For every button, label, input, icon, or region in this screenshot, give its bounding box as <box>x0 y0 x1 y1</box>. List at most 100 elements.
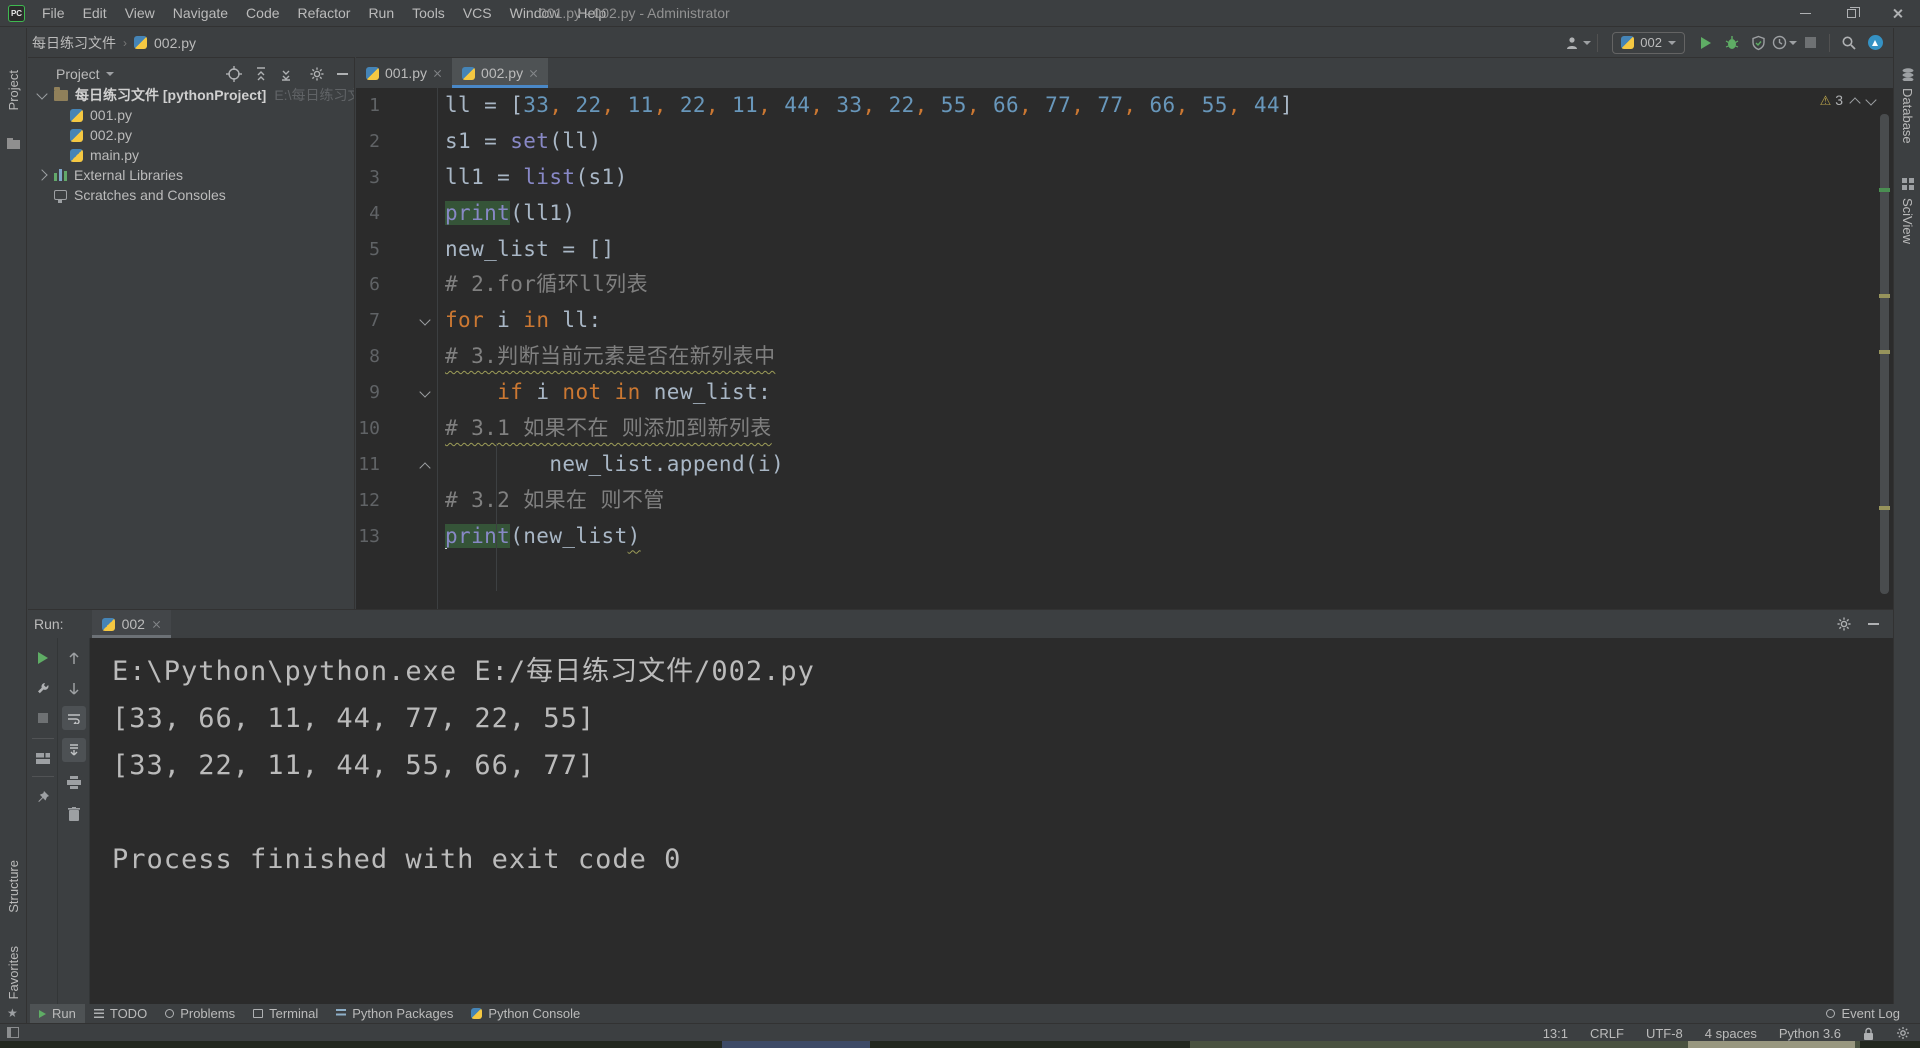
code-line-6[interactable]: # 2.for循环ll列表 <box>445 267 1873 303</box>
restore-layout-button[interactable] <box>31 746 55 770</box>
chevron-right-icon[interactable] <box>36 169 48 181</box>
tool-window-button-python-console[interactable]: Python Console <box>462 1004 589 1023</box>
menu-code[interactable]: Code <box>237 0 288 27</box>
status-4-spaces[interactable]: 4 spaces <box>1705 1026 1757 1041</box>
hide-panel-icon[interactable] <box>337 73 348 75</box>
gutter-line-3[interactable]: 3 <box>356 160 437 196</box>
interpreter-gear-icon[interactable] <box>1896 1026 1910 1040</box>
code-line-13[interactable]: print(new_list) <box>445 519 1873 555</box>
tool-window-favorites-button[interactable]: Favorites <box>6 946 21 999</box>
editor-tab-001.py[interactable]: 001.py <box>356 58 452 88</box>
update-project-button[interactable] <box>1862 32 1888 54</box>
close-button[interactable] <box>1874 0 1920 27</box>
gutter-line-8[interactable]: 8 <box>356 339 437 375</box>
menu-navigate[interactable]: Navigate <box>164 0 237 27</box>
event-log-button[interactable]: Event Log <box>1826 1006 1900 1021</box>
down-stack-trace-button[interactable] <box>62 676 86 700</box>
minimize-button[interactable] <box>1782 0 1828 27</box>
code-line-11[interactable]: new_list.append(i) <box>445 447 1873 483</box>
stop-button[interactable] <box>1797 32 1823 54</box>
status-python-3-6[interactable]: Python 3.6 <box>1779 1026 1841 1041</box>
menu-file[interactable]: File <box>33 0 74 27</box>
status-crlf[interactable]: CRLF <box>1590 1026 1624 1041</box>
menu-tools[interactable]: Tools <box>403 0 454 27</box>
profiler-button[interactable] <box>1771 32 1797 54</box>
tool-window-sciview-button[interactable]: SciView <box>1900 198 1915 244</box>
editor[interactable]: 1 2 3 4 5 6 7 8 9 10 11 12 13 ll = [33, 22, 11, 22, … <box>356 88 1893 609</box>
gutter-line-12[interactable]: 12 <box>356 483 437 519</box>
next-warning-icon[interactable] <box>1865 93 1877 106</box>
stop-process-button[interactable] <box>31 706 55 730</box>
lock-icon[interactable] <box>1863 1027 1874 1040</box>
tree-item-scratches-and-consoles[interactable]: Scratches and Consoles <box>28 185 354 205</box>
tree-item-main.py[interactable]: main.py <box>28 145 354 165</box>
fold-down-icon[interactable] <box>419 386 431 398</box>
run-tab-002[interactable]: 002 <box>91 610 172 638</box>
close-icon[interactable] <box>152 620 161 629</box>
rerun-button[interactable] <box>31 646 55 670</box>
code-line-3[interactable]: ll1 = list(s1) <box>445 160 1873 196</box>
status-13-1[interactable]: 13:1 <box>1543 1026 1568 1041</box>
status-utf-8[interactable]: UTF-8 <box>1646 1026 1683 1041</box>
tree-item-001.py[interactable]: 001.py <box>28 105 354 125</box>
gutter-line-1[interactable]: 1 <box>356 88 437 124</box>
tree-item--pythonproject-[interactable]: 每日练习文件 [pythonProject] E:\每日练习文件 <box>28 85 354 105</box>
scroll-to-end-toggle[interactable] <box>62 738 86 762</box>
close-icon[interactable] <box>529 69 538 78</box>
stripe-mark-warning[interactable] <box>1879 506 1890 510</box>
gear-icon[interactable] <box>309 66 325 82</box>
fold-down-icon[interactable] <box>419 314 431 327</box>
close-icon[interactable] <box>433 69 442 78</box>
maximize-button[interactable] <box>1828 0 1874 27</box>
hide-panel-icon[interactable] <box>1868 623 1879 625</box>
up-stack-trace-button[interactable] <box>62 646 86 670</box>
run-button[interactable] <box>1693 32 1719 54</box>
clear-console-button[interactable] <box>62 802 86 826</box>
inspections-widget[interactable]: ⚠ 3 <box>1820 92 1877 109</box>
gutter-line-11[interactable]: 11 <box>356 447 437 483</box>
breadcrumb-project[interactable]: 每日练习文件 <box>32 33 116 53</box>
editor-scrollbar[interactable] <box>1880 114 1889 594</box>
menu-run[interactable]: Run <box>359 0 403 27</box>
gear-icon[interactable] <box>1836 616 1852 632</box>
pin-tab-button[interactable] <box>31 784 55 808</box>
tool-window-button-run[interactable]: Run <box>30 1004 85 1023</box>
menu-refactor[interactable]: Refactor <box>289 0 360 27</box>
soft-wrap-toggle[interactable] <box>62 706 86 730</box>
code-line-9[interactable]: if i not in new_list: <box>445 375 1873 411</box>
tool-window-button-todo[interactable]: TODO <box>85 1004 156 1023</box>
code-line-12[interactable]: # 3.2 如果在 则不管 <box>445 483 1873 519</box>
stripe-mark-green[interactable] <box>1879 188 1890 192</box>
tree-item-external-libraries[interactable]: External Libraries <box>28 165 354 185</box>
tool-window-project-button[interactable]: Project <box>6 70 21 110</box>
tool-window-button-problems[interactable]: Problems <box>156 1004 244 1023</box>
code-line-10[interactable]: # 3.1 如果不在 则添加到新列表 <box>445 411 1873 447</box>
print-button[interactable] <box>62 770 86 794</box>
code-line-7[interactable]: for i in ll: <box>445 303 1873 339</box>
previous-warning-icon[interactable] <box>1849 96 1861 109</box>
tool-window-button-python-packages[interactable]: Python Packages <box>327 1004 462 1023</box>
code-area[interactable]: ll = [33, 22, 11, 22, 11, 44, 33, 22, 55… <box>445 88 1873 555</box>
project-panel-title[interactable]: Project <box>56 66 100 82</box>
code-with-me-button[interactable] <box>1565 32 1592 54</box>
code-line-2[interactable]: s1 = set(ll) <box>445 124 1873 160</box>
menu-edit[interactable]: Edit <box>74 0 116 27</box>
tool-window-database-button[interactable]: Database <box>1900 88 1915 144</box>
tool-window-structure-button[interactable]: Structure <box>6 860 21 913</box>
gutter-line-13[interactable]: 13 <box>356 519 437 555</box>
gutter-line-2[interactable]: 2 <box>356 124 437 160</box>
tool-window-quick-access-icon[interactable] <box>7 1027 19 1038</box>
gutter-line-9[interactable]: 9 <box>356 375 437 411</box>
gutter-line-7[interactable]: 7 <box>356 303 437 339</box>
gutter-line-4[interactable]: 4 <box>356 196 437 232</box>
run-settings-button[interactable] <box>31 676 55 700</box>
gutter-line-6[interactable]: 6 <box>356 267 437 303</box>
gutter-line-10[interactable]: 10 <box>356 411 437 447</box>
code-line-4[interactable]: print(ll1) <box>445 196 1873 232</box>
collapse-all-icon[interactable] <box>279 66 295 82</box>
menu-view[interactable]: View <box>116 0 164 27</box>
run-console[interactable]: E:\Python\python.exe E:/每日练习文件/002.py [33… <box>90 638 1893 1004</box>
tree-item-002.py[interactable]: 002.py <box>28 125 354 145</box>
run-configuration-select[interactable]: 002 <box>1612 31 1685 54</box>
code-line-1[interactable]: ll = [33, 22, 11, 22, 11, 44, 33, 22, 55… <box>445 88 1873 124</box>
